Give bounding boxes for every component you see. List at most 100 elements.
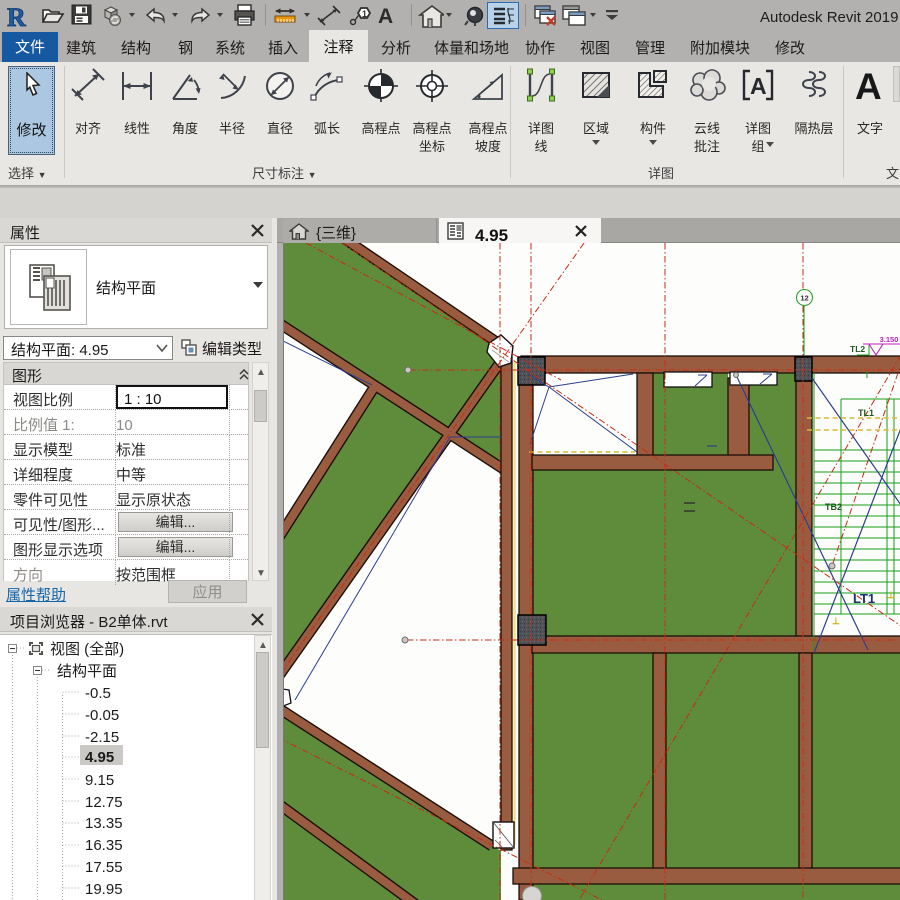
btn-detailline-label2[interactable]: 线 — [524, 136, 558, 155]
linear-dimension-icon[interactable] — [120, 68, 154, 102]
detail-line-icon[interactable] — [524, 68, 558, 102]
sync-dropdown[interactable] — [129, 13, 135, 17]
tab-steel[interactable]: 钢 — [178, 37, 193, 58]
redo-dropdown[interactable] — [217, 13, 223, 17]
detail-component-icon[interactable] — [636, 68, 670, 102]
btn-spotcoord-label1[interactable]: 高程点 — [409, 118, 455, 137]
diameter-dimension-icon[interactable] — [263, 68, 297, 102]
browser-scrollbar[interactable]: ▲ — [254, 635, 271, 900]
tree-item-level[interactable]: 13.35 — [85, 812, 123, 833]
radial-dimension-icon[interactable] — [215, 68, 249, 102]
tree-item-level[interactable]: 17.55 — [85, 856, 123, 877]
tree-item-level[interactable]: -0.5 — [85, 682, 111, 703]
collapse-group-icon[interactable] — [238, 368, 250, 381]
prop-row-visibility-graphics[interactable]: 可见性/图形... 编辑... — [4, 510, 248, 535]
btn-spotcoord-label2[interactable]: 坐标 — [409, 136, 455, 155]
prop-row-parts-visibility[interactable]: 零件可见性 显示原状态 — [4, 485, 248, 510]
tab-architecture[interactable]: 建筑 — [66, 37, 96, 58]
revision-cloud-icon[interactable] — [688, 68, 726, 102]
tree-item-level[interactable]: 12.75 — [85, 791, 123, 812]
thin-lines-toggle[interactable] — [487, 2, 519, 29]
properties-help-link[interactable]: 属性帮助 — [6, 584, 66, 605]
edit-button[interactable]: 编辑... — [118, 512, 233, 532]
tab-addins[interactable]: 附加模块 — [690, 37, 750, 58]
detail-group-icon[interactable]: A — [741, 68, 775, 102]
btn-text-label[interactable]: 文字 — [852, 118, 888, 137]
tree-item-level[interactable]: -0.05 — [85, 704, 119, 725]
tab-structure[interactable]: 结构 — [121, 37, 151, 58]
angular-dimension-icon[interactable] — [168, 68, 202, 102]
tab-view[interactable]: 视图 — [580, 37, 610, 58]
revit-logo-icon[interactable]: R — [6, 3, 32, 28]
aligned-dimension-icon[interactable] — [71, 68, 105, 102]
properties-scrollbar[interactable]: ▲ ▼ — [252, 362, 269, 581]
prop-group-graphics[interactable]: 图形 — [3, 362, 249, 385]
sync-central-icon[interactable] — [99, 4, 123, 27]
scroll-thumb[interactable] — [256, 652, 269, 748]
tree-item-level[interactable]: 19.95 — [85, 878, 123, 899]
detail-panel-label[interactable]: 详图 — [648, 163, 674, 182]
btn-diameter-label[interactable]: 直径 — [263, 118, 297, 137]
tree-item-views[interactable]: 视图 (全部) — [50, 638, 124, 659]
arc-length-icon[interactable] — [310, 68, 344, 102]
btn-detailline-label1[interactable]: 详图 — [524, 118, 558, 137]
combo-chevron-icon[interactable] — [156, 344, 168, 353]
btn-radial-label[interactable]: 半径 — [215, 118, 249, 137]
select-panel-label[interactable]: 选择 ▼ — [8, 163, 47, 182]
tab-modify[interactable]: 修改 — [775, 37, 805, 58]
btn-revcloud-label1[interactable]: 云线 — [690, 118, 724, 137]
text-button-icon[interactable]: A — [852, 66, 888, 104]
project-browser-close-icon[interactable] — [250, 612, 265, 627]
dim-panel-label[interactable]: 尺寸标注 ▼ — [252, 163, 317, 182]
tree-collapse-structural-plans[interactable] — [33, 666, 42, 675]
tab-insert[interactable]: 插入 — [268, 37, 298, 58]
btn-component-label[interactable]: 构件 — [636, 118, 670, 137]
btn-aligned-label[interactable]: 对齐 — [71, 118, 105, 137]
scroll-up-icon[interactable]: ▲ — [258, 639, 267, 648]
customize-qat-icon[interactable] — [604, 8, 620, 22]
switch-windows-dropdown[interactable] — [590, 13, 596, 17]
btn-angular-label[interactable]: 角度 — [168, 118, 202, 137]
properties-header[interactable]: 属性 — [0, 218, 272, 243]
project-browser-header[interactable]: 项目浏览器 - B2单体.rvt — [0, 607, 272, 632]
tab-systems[interactable]: 系统 — [215, 37, 245, 58]
tag-icon[interactable]: 1 — [349, 6, 372, 26]
btn-spotslope-label1[interactable]: 高程点 — [465, 118, 511, 137]
spot-slope-icon[interactable] — [471, 68, 505, 102]
drawing-canvas[interactable]: 12 3.150 TL2 TL1 TB2 LT1 ⊥ ⊥ — [283, 243, 900, 900]
view-tab-close-icon[interactable] — [574, 224, 588, 238]
tree-item-level-selected[interactable]: 4.95 — [80, 745, 123, 765]
btn-spotslope-label2[interactable]: 坡度 — [465, 136, 511, 155]
tree-item-level[interactable]: 16.35 — [85, 834, 123, 855]
spot-coordinate-icon[interactable] — [415, 68, 449, 102]
btn-detailgroup-label1[interactable]: 详图 — [741, 118, 775, 137]
scroll-thumb[interactable] — [254, 390, 267, 422]
tab-analyze[interactable]: 分析 — [381, 37, 411, 58]
section-icon[interactable] — [463, 5, 485, 27]
prop-row-view-scale[interactable]: 视图比例 1 : 10 — [4, 385, 248, 410]
scroll-down-icon[interactable]: ▼ — [256, 567, 265, 576]
tab-file[interactable]: 文件 — [2, 32, 58, 62]
insulation-icon[interactable] — [797, 68, 831, 102]
text-qat-icon[interactable]: A — [375, 4, 397, 26]
prop-value-editing[interactable]: 1 : 10 — [116, 385, 228, 409]
prop-row-display-model[interactable]: 显示模型 标准 — [4, 435, 248, 460]
type-instance-combo[interactable]: 结构平面: 4.95 — [3, 336, 173, 360]
view-tab-3d[interactable]: {三维} — [283, 219, 437, 243]
undo-dropdown[interactable] — [172, 13, 178, 17]
spot-elevation-icon[interactable] — [364, 68, 398, 102]
properties-close-icon[interactable] — [250, 223, 265, 238]
btn-region-label[interactable]: 区域 — [579, 118, 613, 137]
tab-collaborate[interactable]: 协作 — [525, 37, 555, 58]
tab-manage[interactable]: 管理 — [635, 37, 665, 58]
apply-button[interactable]: 应用 — [168, 580, 247, 603]
redo-icon[interactable] — [188, 6, 213, 25]
print-icon[interactable] — [233, 4, 256, 27]
btn-spotelev-label[interactable]: 高程点 — [358, 118, 404, 137]
edit-type-button[interactable]: 编辑类型 — [181, 336, 269, 360]
component-dropdown-arrow[interactable] — [649, 140, 657, 145]
close-hidden-windows-icon[interactable] — [533, 4, 559, 27]
tree-item-structural-plans[interactable]: 结构平面 — [57, 660, 117, 681]
aligned-dim-qat-icon[interactable] — [317, 5, 343, 26]
btn-revcloud-label2[interactable]: 批注 — [690, 136, 724, 155]
